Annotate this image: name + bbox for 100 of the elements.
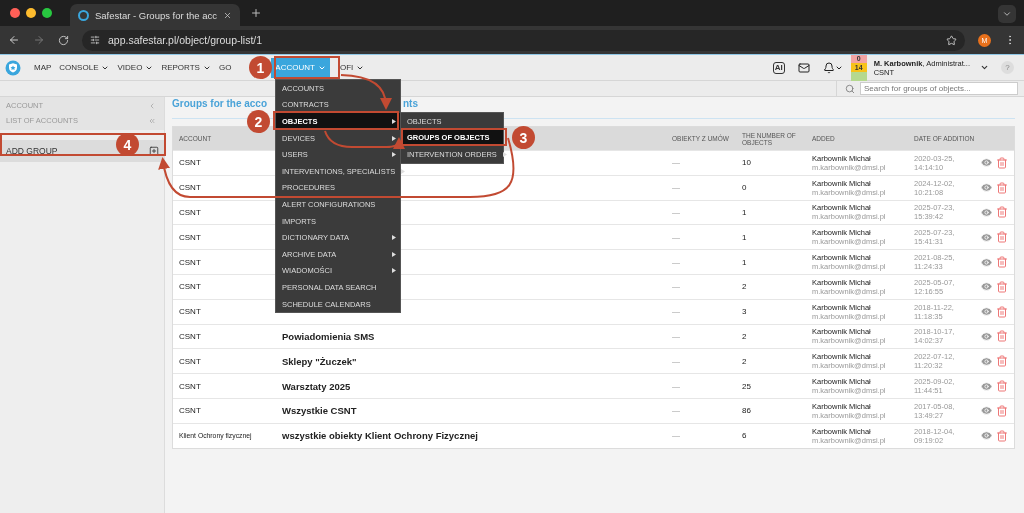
group-name-cell[interactable]: Sklepy "Żuczek" [276, 355, 666, 367]
contract-objects-cell-text: — [671, 406, 681, 416]
group-name-cell[interactable]: Wszystkie CSNT [276, 405, 666, 417]
nav-menu-item[interactable]: CONSOLE [55, 57, 114, 78]
account-cell-text: CSNT [178, 381, 202, 391]
browser-tab[interactable]: Safestar - Groups for the acc [70, 4, 240, 26]
object-count-cell-text: 1 [741, 257, 748, 267]
contract-objects-cell-text: — [671, 232, 681, 242]
delete-icon[interactable] [996, 156, 1008, 169]
maximize-window-dot[interactable] [42, 8, 52, 18]
group-name-cell[interactable]: Warsztaty 2025 [276, 380, 666, 392]
object-count-cell-text: 2 [741, 331, 748, 341]
delete-icon[interactable] [996, 330, 1008, 343]
contract-objects-cell-text: — [671, 257, 681, 267]
step-number-badge: 2 [247, 110, 270, 133]
contract-objects-cell-text: — [671, 158, 681, 168]
mail-icon[interactable] [797, 61, 810, 74]
view-icon[interactable] [980, 305, 993, 319]
object-count-cell-text: 3 [741, 307, 748, 317]
object-count-cell-text: 0 [741, 183, 748, 193]
account-cell-text: CSNT [178, 282, 202, 292]
close-window-dot[interactable] [10, 8, 20, 18]
site-icon [78, 9, 89, 21]
search-icon [845, 83, 855, 94]
tab-list-button[interactable] [998, 5, 1016, 23]
group-name-cell[interactable]: Powiadomienia SMS [276, 330, 666, 342]
nav-menu-item[interactable]: GO [214, 57, 236, 78]
contract-objects-cell-text: — [671, 356, 681, 366]
view-icon[interactable] [980, 230, 993, 244]
plus-square-icon [149, 146, 159, 156]
view-icon[interactable] [980, 379, 993, 393]
nav-menu-item[interactable]: VIDEO [113, 57, 158, 78]
bookmark-star-icon[interactable] [946, 34, 957, 46]
double-chevron-left-icon [148, 116, 156, 125]
view-icon[interactable] [980, 429, 993, 443]
object-count-cell-text: 1 [741, 208, 748, 217]
contract-objects-cell-text: — [671, 282, 681, 292]
ai-button[interactable]: AI [772, 61, 785, 74]
object-count-cell-text: 2 [741, 282, 748, 292]
delete-icon[interactable] [996, 181, 1008, 194]
delete-icon[interactable] [996, 355, 1008, 368]
contract-objects-cell-text: — [671, 208, 681, 217]
minimize-window-dot[interactable] [26, 8, 36, 18]
account-cell-text: CSNT [178, 158, 202, 168]
delete-icon[interactable] [996, 380, 1008, 393]
close-icon[interactable] [223, 10, 232, 20]
page-title: nts [403, 98, 419, 109]
contract-objects-cell-text: — [671, 307, 681, 317]
curved-arrow [340, 74, 392, 110]
contract-objects-cell-text: — [671, 183, 681, 193]
object-count-cell-text: 6 [741, 431, 748, 441]
delete-icon[interactable] [996, 305, 1008, 318]
chevron-down-icon [1002, 9, 1012, 19]
nav-menu-item[interactable]: REPORTS [157, 57, 215, 78]
account-cell-text: CSNT [178, 208, 202, 217]
contract-objects-cell-text: — [671, 431, 681, 441]
delete-icon[interactable] [996, 206, 1008, 219]
account-cell-text: CSNT [178, 183, 202, 193]
account-cell-text: CSNT [178, 257, 202, 267]
group-name-cell[interactable]: wszystkie obiekty Klient Ochrony Fizycznej [276, 430, 666, 442]
bell-icon[interactable] [822, 61, 835, 74]
address-field[interactable]: app.safestar.pl/object/group-list/1 [82, 29, 965, 51]
view-icon[interactable] [980, 404, 993, 418]
view-icon[interactable] [980, 156, 993, 170]
object-count-cell-text: 2 [741, 356, 748, 366]
nav-menu-item[interactable]: OFI [335, 57, 369, 78]
view-icon[interactable] [980, 354, 993, 368]
delete-icon[interactable] [996, 429, 1008, 442]
contract-objects-cell-text: — [671, 331, 681, 341]
view-icon[interactable] [980, 255, 993, 269]
contract-objects-cell-text: — [671, 381, 681, 391]
nav-menu-item[interactable]: MAP [30, 57, 56, 78]
account-cell-text: CSNT [178, 331, 202, 341]
new-tab-icon[interactable] [250, 7, 262, 19]
delete-icon[interactable] [996, 256, 1008, 269]
site-settings-icon[interactable] [90, 35, 100, 45]
search-field[interactable]: Search for groups of objects... [860, 82, 1018, 95]
object-count-cell-text: 1 [741, 232, 748, 242]
shield-logo-icon[interactable] [5, 59, 21, 76]
account-cell-text: CSNT [178, 406, 202, 416]
back-icon[interactable] [8, 34, 20, 46]
delete-icon[interactable] [996, 231, 1008, 244]
account-cell-text: CSNT [178, 307, 202, 317]
reload-icon[interactable] [58, 34, 69, 46]
object-count-cell-text: 86 [741, 406, 752, 416]
view-icon[interactable] [980, 280, 993, 294]
view-icon[interactable] [980, 206, 993, 219]
object-count-cell-text: 10 [741, 158, 752, 168]
tab-title: Safestar - Groups for the acc [95, 9, 217, 21]
account-cell-text: CSNT [178, 232, 202, 242]
view-icon[interactable] [980, 329, 993, 343]
view-icon[interactable] [980, 181, 993, 195]
highlight-frame [274, 56, 340, 79]
caret-icon[interactable] [980, 63, 989, 72]
delete-icon[interactable] [996, 280, 1008, 293]
delete-icon[interactable] [996, 404, 1008, 417]
forward-icon[interactable] [33, 34, 45, 46]
object-count-cell-text: 25 [741, 381, 752, 391]
account-cell-text: CSNT [178, 356, 202, 366]
page-title: Groups for the acco [172, 98, 267, 109]
